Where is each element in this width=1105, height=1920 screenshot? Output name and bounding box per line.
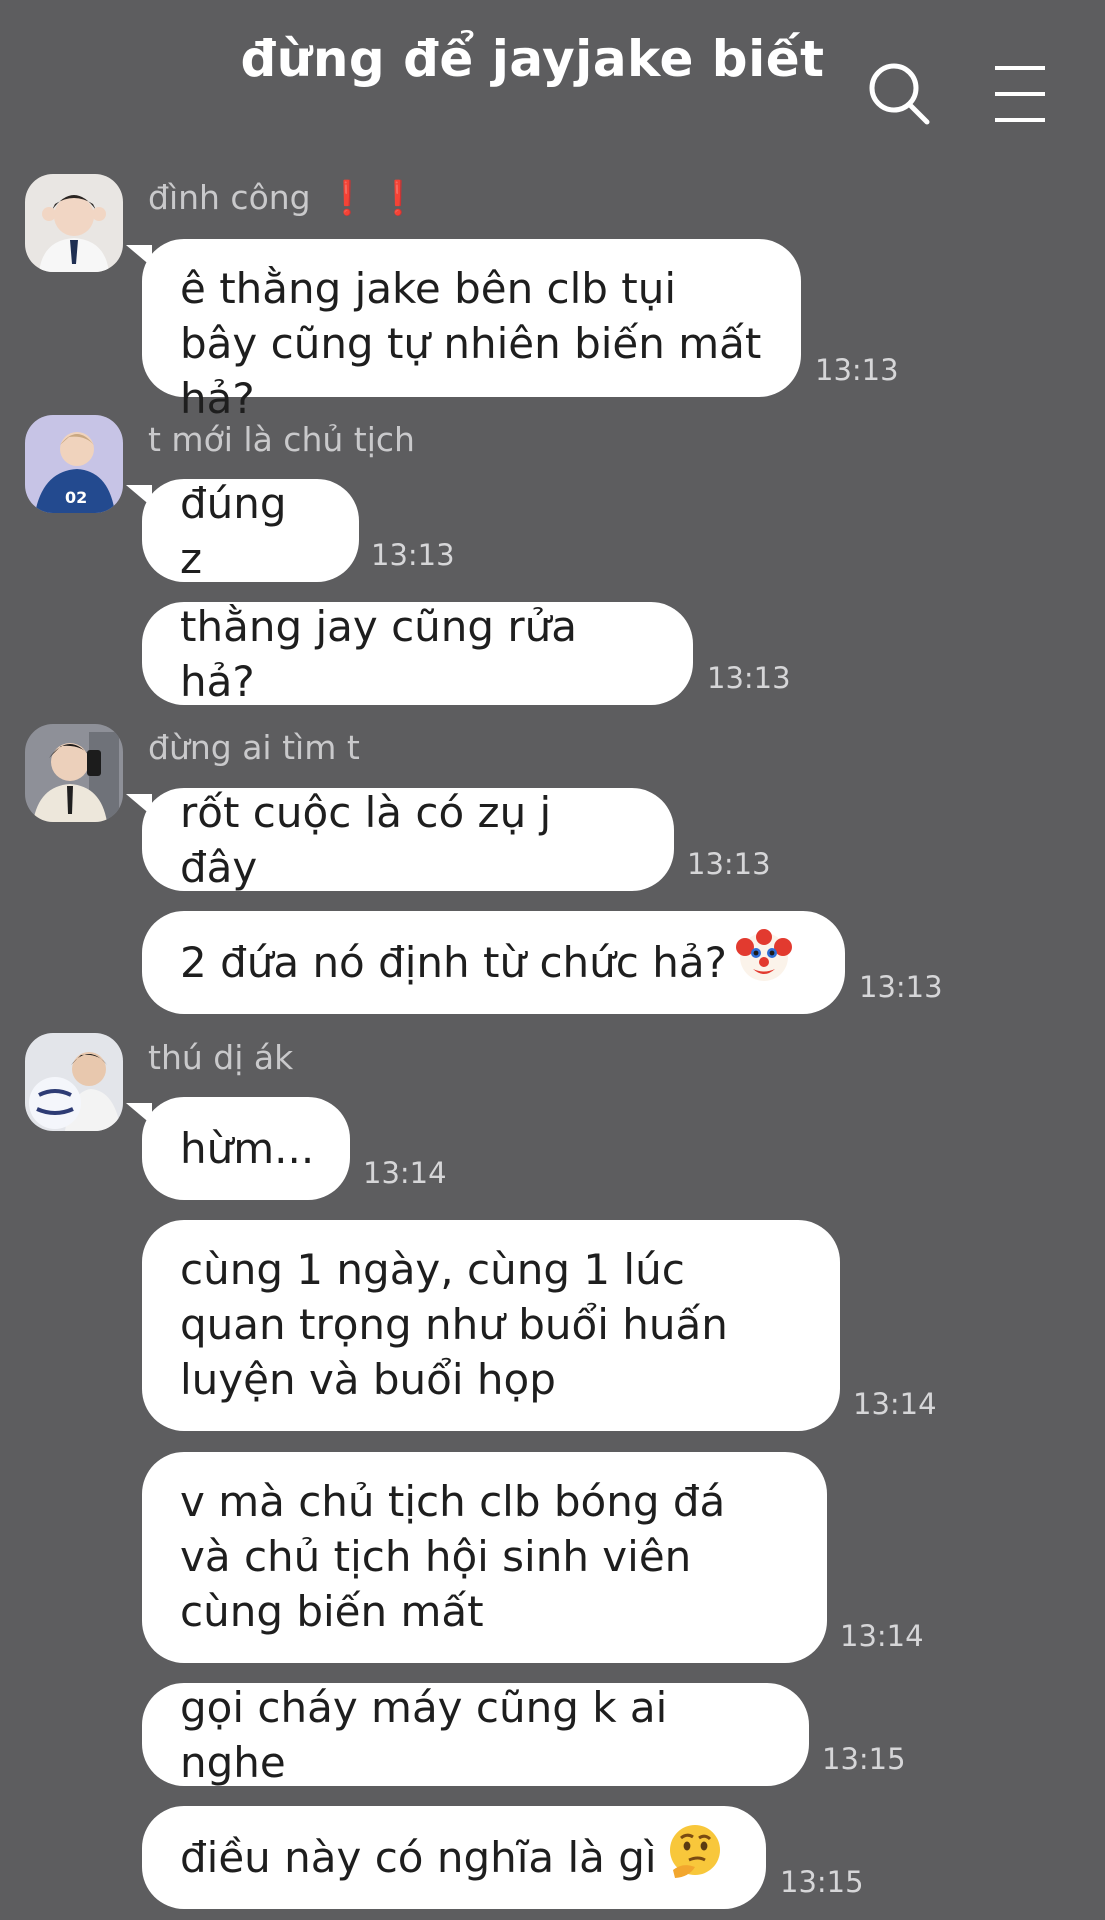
message-time: 13:14 — [363, 1156, 447, 1190]
message-time: 13:15 — [780, 1865, 864, 1899]
svg-text:02: 02 — [65, 488, 87, 507]
message-time: 13:14 — [840, 1619, 924, 1653]
sender-name: đừng ai tìm t — [148, 728, 360, 767]
message-bubble[interactable]: ê thằng jake bên clb tụi bây cũng tự nhi… — [142, 239, 801, 423]
message-bubble[interactable]: thằng jay cũng rửa hả? — [142, 602, 693, 706]
message-time: 13:13 — [707, 661, 791, 695]
message-time: 13:13 — [687, 847, 771, 881]
sender-name: t mới là chủ tịch — [148, 420, 415, 459]
message-bubble[interactable]: rốt cuộc là có zụ j đây — [142, 788, 674, 892]
avatar[interactable] — [25, 724, 123, 822]
message-bubble[interactable]: gọi cháy máy cũng k ai nghe — [142, 1683, 809, 1787]
message-bubble[interactable]: cùng 1 ngày, cùng 1 lúc quan trọng như b… — [142, 1220, 840, 1431]
message-time: 13:13 — [815, 353, 899, 387]
message-bubble[interactable]: đúng z — [142, 479, 359, 583]
message-thread: đình công ❗❗ ê thằng jake bên clb tụi bây… — [0, 0, 1105, 1920]
avatar[interactable]: 02 — [25, 415, 123, 513]
message-time: 13:13 — [859, 970, 943, 1004]
sender-name: thú dị ák — [148, 1038, 294, 1077]
sender-name: đình công ❗❗ — [148, 178, 429, 217]
clown-face-emoji — [735, 927, 793, 998]
message-bubble[interactable]: điều này có nghĩa là gì — [142, 1806, 766, 1909]
message-bubble[interactable]: hừm... — [142, 1097, 350, 1200]
avatar[interactable] — [25, 1033, 123, 1131]
message-bubble[interactable]: 2 đứa nó định từ chức hả? — [142, 911, 845, 1014]
thinking-face-emoji — [665, 1822, 723, 1893]
avatar[interactable] — [25, 174, 123, 272]
message-time: 13:14 — [853, 1387, 937, 1421]
message-bubble[interactable]: v mà chủ tịch clb bóng đá và chủ tịch hộ… — [142, 1452, 827, 1663]
message-time: 13:15 — [822, 1742, 906, 1776]
message-time: 13:13 — [371, 538, 455, 572]
exclamation-marks: ❗❗ — [326, 178, 429, 217]
